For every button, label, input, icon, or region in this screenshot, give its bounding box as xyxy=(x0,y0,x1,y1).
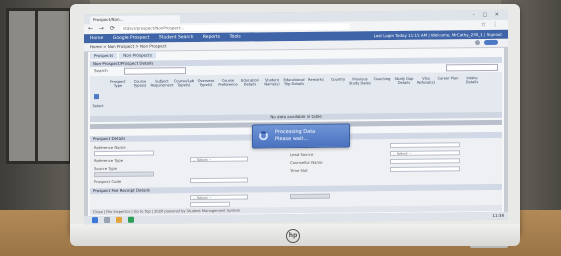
spinner-icon xyxy=(259,131,268,141)
column-header[interactable]: Visa Refusal(s) xyxy=(414,77,438,86)
room-window xyxy=(6,8,72,164)
monitor-screen: Prospect/Non... – ▢ ✕ ← → ⟳ stdsvr/prosp… xyxy=(84,9,508,225)
browser-nav-icons[interactable]: ← → ⟳ xyxy=(88,25,117,32)
browser-icon[interactable] xyxy=(128,216,134,223)
reference-type-select[interactable]: -- Select -- xyxy=(190,156,248,163)
column-header[interactable]: Student Name(s) xyxy=(260,78,284,87)
loading-dialog: Processing Data Please wait... xyxy=(252,123,350,149)
counsellor-name-field[interactable] xyxy=(390,158,460,165)
form-label: Reference Type xyxy=(94,157,124,164)
column-header[interactable]: Study Gap Details xyxy=(392,77,416,86)
loading-subtitle: Please wait... xyxy=(275,135,309,143)
search-input[interactable] xyxy=(124,67,186,75)
form-label: Prospect Code xyxy=(94,178,122,185)
bookmark-icon[interactable]: ☆ ⋮ xyxy=(481,21,500,28)
column-header[interactable]: Education Details xyxy=(238,78,262,87)
login-info: Last Login Today 11:15 AM | Welcome, MrC… xyxy=(373,31,502,39)
menu-item-student-search[interactable]: Student Search xyxy=(159,35,194,40)
source-type-field[interactable] xyxy=(94,171,154,178)
select-all-checkbox[interactable] xyxy=(94,94,99,100)
column-header[interactable]: Prospect Type xyxy=(106,80,130,89)
form-label: Source Type xyxy=(94,165,117,172)
column-header[interactable]: Overseas Type(s) xyxy=(194,79,218,88)
column-header[interactable]: Intake Details xyxy=(460,76,484,85)
column-header[interactable]: Remarks xyxy=(304,78,328,82)
hp-logo-icon: hp xyxy=(286,229,300,243)
folder-icon[interactable] xyxy=(116,216,122,223)
search-label: Search xyxy=(94,67,108,74)
start-icon[interactable] xyxy=(92,217,98,224)
form-label: Time Slot xyxy=(290,167,308,174)
form-label: Counsellor Name xyxy=(290,159,323,166)
menu-item-google-prospect[interactable]: Google Prospect xyxy=(113,36,150,41)
help-icon[interactable] xyxy=(475,40,480,46)
column-header[interactable]: Career Plan xyxy=(436,76,460,80)
sub-tabs: Prospects Non Prospects xyxy=(90,52,158,60)
form-label: Lead Source xyxy=(290,151,314,158)
fee-amount-field[interactable] xyxy=(290,193,330,200)
column-header[interactable]: Country xyxy=(326,77,350,81)
prospect-code-field[interactable] xyxy=(190,177,248,184)
column-header[interactable]: Previous Study Dates xyxy=(348,77,372,86)
filter-input[interactable] xyxy=(446,63,498,72)
form-label: Reference Name xyxy=(94,144,126,151)
reference-name-field[interactable] xyxy=(94,150,154,157)
url-field[interactable]: stdsvr/prospect/NonProspect... xyxy=(120,23,350,32)
tab-prospects[interactable]: Prospects xyxy=(90,52,118,60)
time-slot-field[interactable] xyxy=(390,166,460,173)
loading-title: Processing Data xyxy=(275,128,316,136)
search-icon[interactable] xyxy=(104,216,110,224)
table-header: Select Prospect Type Course Type(s) Subj… xyxy=(88,71,502,117)
follow-up-date-field[interactable] xyxy=(390,142,460,149)
menu-item-reports[interactable]: Reports xyxy=(203,35,220,40)
column-header[interactable]: Coaching xyxy=(370,77,394,81)
menu-item-tools[interactable]: Tools xyxy=(230,35,241,40)
taskbar-clock: 11:38 xyxy=(492,212,504,218)
column-header[interactable]: Course/Lab Type(s) xyxy=(172,79,196,88)
tab-non-prospects[interactable]: Non Prospects xyxy=(119,52,156,59)
column-header[interactable]: Course Type(s) xyxy=(128,80,152,89)
fee-date-field[interactable] xyxy=(190,201,230,208)
column-header[interactable]: Subject Requirement xyxy=(150,79,174,88)
menu-item-home[interactable]: Home xyxy=(90,36,103,41)
column-header[interactable]: Select xyxy=(88,104,108,108)
window-controls[interactable]: – ▢ ✕ xyxy=(472,12,502,18)
lead-source-select[interactable]: -- Select -- xyxy=(390,150,460,157)
column-header[interactable]: Course Preference xyxy=(216,79,240,88)
breadcrumb: Home > Non Prospect > Non Prospect xyxy=(90,43,167,50)
column-header[interactable]: Educational Trip Details xyxy=(282,78,306,87)
fee-select[interactable]: -- Select -- xyxy=(190,194,248,201)
fee-section-title: Prospect Fee Receipt Details xyxy=(90,183,502,195)
toggle-switch[interactable] xyxy=(484,39,498,46)
